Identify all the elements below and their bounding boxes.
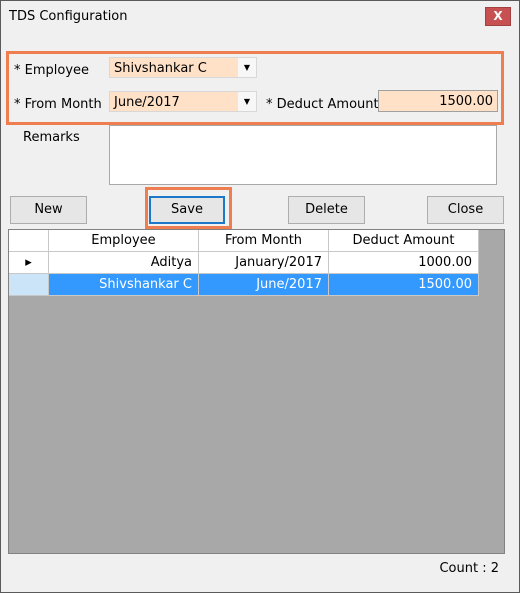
delete-button[interactable]: Delete	[288, 196, 365, 224]
close-button[interactable]: Close	[427, 196, 504, 224]
chevron-down-icon[interactable]: ▼	[238, 92, 256, 111]
chevron-down-icon[interactable]: ▼	[238, 58, 256, 77]
remarks-label: Remarks	[23, 130, 80, 145]
column-header-deduct-amount[interactable]: Deduct Amount	[329, 230, 479, 252]
employee-combobox[interactable]: Shivshankar C ▼	[109, 57, 257, 78]
from-month-combobox[interactable]: June/2017 ▼	[109, 91, 257, 112]
title-bar: TDS Configuration X	[1, 1, 519, 31]
tds-configuration-window: TDS Configuration X * Employee Shivshank…	[0, 0, 520, 593]
employee-label: * Employee	[14, 63, 90, 78]
cell-deduct-amount[interactable]: 1000.00	[329, 252, 479, 274]
tds-data-grid[interactable]: Employee From Month Deduct Amount ▸ Adit…	[8, 229, 505, 554]
cell-from-month[interactable]: January/2017	[199, 252, 329, 274]
window-title: TDS Configuration	[9, 9, 128, 24]
from-month-label: * From Month	[14, 97, 102, 112]
save-button[interactable]: Save	[149, 196, 225, 224]
from-month-value: June/2017	[114, 95, 180, 110]
cell-deduct-amount[interactable]: 1500.00	[329, 274, 479, 296]
column-header-from-month[interactable]: From Month	[199, 230, 329, 252]
cell-employee[interactable]: Shivshankar C	[49, 274, 199, 296]
deduct-amount-input[interactable]: 1500.00	[378, 90, 498, 112]
deduct-amount-label: * Deduct Amount	[266, 97, 379, 112]
remarks-textarea[interactable]	[109, 125, 497, 185]
column-header-employee[interactable]: Employee	[49, 230, 199, 252]
new-button[interactable]: New	[10, 196, 87, 224]
employee-value: Shivshankar C	[114, 61, 207, 76]
cell-employee[interactable]: Aditya	[49, 252, 199, 274]
row-header-cell	[9, 274, 49, 296]
cell-from-month[interactable]: June/2017	[199, 274, 329, 296]
close-window-button[interactable]: X	[485, 7, 511, 26]
record-count: Count : 2	[439, 561, 499, 576]
row-header-corner	[9, 230, 49, 252]
caret-right-icon: ▸	[9, 252, 49, 274]
